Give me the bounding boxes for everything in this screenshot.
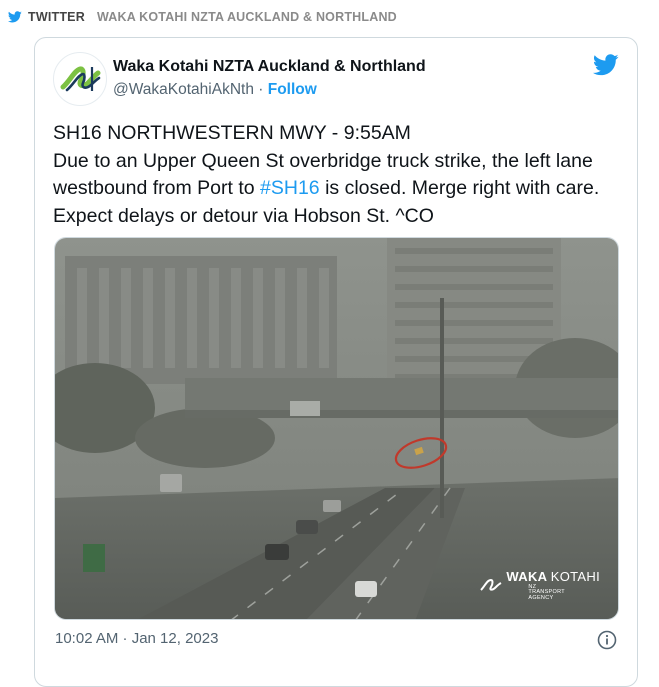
- tweet-text-body: Due to an Upper Queen St overbridge truc…: [53, 148, 623, 231]
- embedded-tweet-card[interactable]: Waka Kotahi NZTA Auckland & Northland @W…: [34, 37, 638, 687]
- traffic-camera-scene: [55, 238, 618, 619]
- watermark-brand-light: KOTAHI: [550, 568, 600, 584]
- waka-kotahi-logo-icon: [480, 579, 502, 591]
- source-platform-label: TWITTER: [28, 10, 85, 24]
- tweet-text-line1: SH16 NORTHWESTERN MWY - 9:55AM: [53, 122, 411, 144]
- watermark-brand-bold: WAKA: [506, 568, 547, 584]
- author-handle[interactable]: @WakaKotahiAkNth: [113, 81, 254, 98]
- source-account-label: WAKA KOTAHI NZTA AUCKLAND & NORTHLAND: [96, 10, 397, 24]
- watermark-sub: NZ TRANSPORT AGENCY: [528, 583, 565, 601]
- follow-link[interactable]: Follow: [268, 81, 317, 98]
- twitter-bird-icon[interactable]: [593, 54, 619, 76]
- waka-kotahi-watermark: WAKA KOTAHI NZ TRANSPORT AGENCY: [480, 570, 600, 602]
- traffic-camera-image[interactable]: WAKA KOTAHI NZ TRANSPORT AGENCY: [54, 237, 619, 620]
- waka-kotahi-logo: [60, 66, 101, 92]
- author-name[interactable]: Waka Kotahi NZTA Auckland & Northland: [113, 58, 426, 76]
- author-meta: @WakaKotahiAkNth · Follow: [113, 81, 317, 99]
- twitter-bird-icon: [8, 11, 22, 23]
- hashtag-link[interactable]: #SH16: [260, 177, 320, 199]
- source-bar: TWITTER WAKA KOTAHI NZTA AUCKLAND & NORT…: [8, 8, 397, 26]
- info-icon[interactable]: [597, 630, 617, 650]
- meta-separator: ·: [253, 81, 268, 98]
- avatar[interactable]: [53, 52, 107, 106]
- tweet-text: SH16 NORTHWESTERN MWY - 9:55AM Due to an…: [53, 120, 623, 230]
- watermark-text: WAKA KOTAHI NZ TRANSPORT AGENCY: [506, 570, 600, 602]
- tweet-timestamp[interactable]: 10:02 AM · Jan 12, 2023: [55, 630, 218, 647]
